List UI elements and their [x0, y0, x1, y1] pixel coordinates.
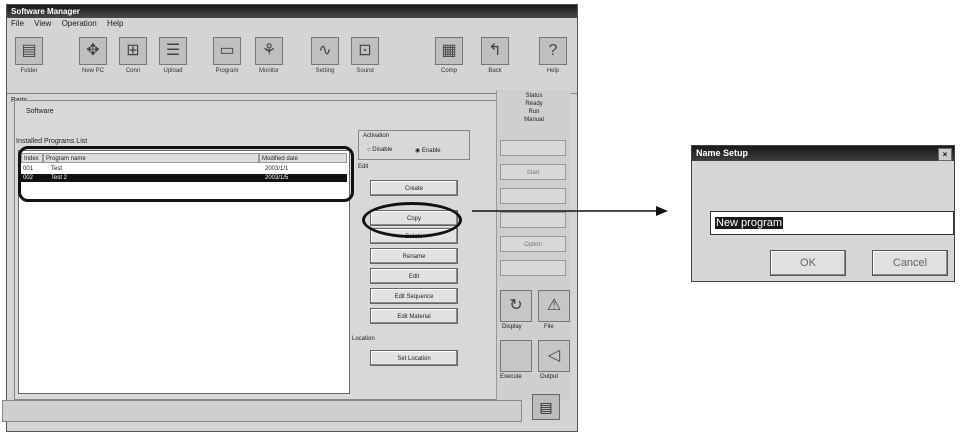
list-label: Installed Programs List [16, 138, 88, 145]
speaker-icon: ◁ [547, 347, 561, 364]
toolbar-button-comp[interactable]: ▦ Comp [427, 33, 471, 89]
set-location-button[interactable]: Set Location [370, 350, 458, 366]
edit-button[interactable]: Edit [370, 268, 458, 284]
menu-help[interactable]: Help [107, 19, 123, 28]
toolbar-button-monitor[interactable]: ⚘ Monitor [247, 33, 291, 89]
display-button[interactable]: ↻ [500, 290, 532, 322]
cancel-button[interactable]: Cancel [872, 250, 948, 276]
dialog-title: Name Setup [692, 146, 954, 161]
grid-icon: ⊞ [119, 37, 147, 65]
keyboard-icon[interactable]: ▤ [532, 394, 560, 420]
menu-file[interactable]: File [11, 19, 24, 28]
back-icon: ↰ [481, 37, 509, 65]
location-label: Location [352, 336, 375, 342]
edit-sequence-button[interactable]: Edit Sequence [370, 288, 458, 304]
toolbar-button-back[interactable]: ↰ Back [473, 33, 517, 89]
toolbar: ▤ Folder ✥ New PC ⊞ Conn ☰ Upload ▭ Program ⚘… [7, 29, 577, 94]
help-icon: ? [539, 37, 567, 65]
toolbar-button-setting[interactable]: ∿ Setting [303, 33, 347, 89]
highlight-ring-list [18, 146, 354, 202]
execute-label: Execute [500, 374, 522, 380]
plant-icon: ⚘ [255, 37, 283, 65]
refresh-icon: ↻ [509, 297, 523, 314]
toolbar-button-new-pc[interactable]: ✥ New PC [71, 33, 115, 89]
status-bar [2, 400, 522, 422]
display-label: Display [502, 324, 522, 330]
toolbar-button-folder[interactable]: ▤ Folder [7, 33, 51, 89]
file-button[interactable]: ⚠ [538, 290, 570, 322]
display-icon: ⊡ [351, 37, 379, 65]
edit-group-label: Edit [358, 164, 369, 170]
list-icon: ☰ [159, 37, 187, 65]
sidebar-button-start[interactable]: Start [500, 164, 566, 180]
network-icon: ✥ [79, 37, 107, 65]
radio-enable[interactable]: ◉ Enable [415, 147, 441, 154]
wave-icon: ∿ [311, 37, 339, 65]
print-icon: ▦ [435, 37, 463, 65]
activation-label: Activation [363, 133, 390, 139]
window-icon: ▭ [213, 37, 241, 65]
menu-view[interactable]: View [34, 19, 51, 28]
program-name-input[interactable]: New program [710, 211, 954, 235]
callout-arrow [472, 206, 668, 216]
create-button[interactable]: Create [370, 180, 458, 196]
close-icon[interactable]: × [938, 148, 952, 161]
name-setup-dialog: Name Setup × New program OK Cancel [691, 145, 955, 282]
warning-icon: ⚠ [546, 297, 562, 314]
menu-operation[interactable]: Operation [62, 19, 97, 28]
toolbar-button-upload[interactable]: ☰ Upload [151, 33, 195, 89]
activation-group: Activation ○ Disable ◉ Enable [358, 130, 470, 160]
toolbar-button-program[interactable]: ▭ Program [205, 33, 249, 89]
radio-disable[interactable]: ○ Disable [367, 147, 392, 153]
sidebar-button-1[interactable] [500, 140, 566, 156]
edit-material-button[interactable]: Edit Material [370, 308, 458, 324]
output-label: Output [540, 374, 559, 380]
execute-button[interactable] [500, 340, 532, 372]
toolbar-button-conn[interactable]: ⊞ Conn [111, 33, 155, 89]
file-label: File [544, 324, 554, 330]
sidebar-button-option[interactable]: Option [500, 236, 566, 252]
status-info: Status Ready Run Manual [524, 93, 544, 123]
tab-software[interactable]: Software [26, 108, 54, 115]
toolbar-button-help[interactable]: ? Help [531, 33, 575, 89]
toolbar-button-sound[interactable]: ⊡ Sound [343, 33, 387, 89]
output-button[interactable]: ◁ [538, 340, 570, 372]
highlight-ring-copy [362, 202, 462, 238]
rename-button[interactable]: Rename [370, 248, 458, 264]
menu-bar: File View Operation Help [7, 18, 577, 29]
window-title-bar: Software Manager [7, 5, 577, 18]
ok-button[interactable]: OK [770, 250, 846, 276]
folder-icon: ▤ [15, 37, 43, 65]
sidebar-button-6[interactable] [500, 260, 566, 276]
